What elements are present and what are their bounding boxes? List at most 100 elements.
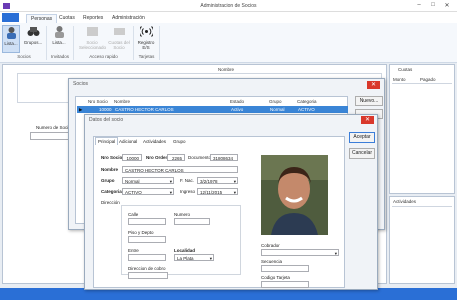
- ingreso-input[interactable]: 12/11/2015 ▾: [197, 188, 238, 195]
- calendar-dropdown-icon: ▾: [233, 179, 236, 184]
- datos-close-button[interactable]: ✕: [361, 116, 374, 124]
- col-nombre: Nombre: [114, 99, 131, 104]
- aceptar-button[interactable]: Aceptar: [349, 132, 375, 143]
- member-photo: [261, 155, 328, 235]
- col-pagado: Pagado: [420, 77, 436, 82]
- grupos-button[interactable]: Grupos...: [22, 25, 44, 53]
- title-bar: Administracion de Socios – □ ✕: [0, 0, 457, 12]
- invitados-icon: [53, 25, 66, 38]
- calle-input[interactable]: [128, 218, 166, 225]
- nombre-column-header: Nombre: [218, 67, 235, 72]
- calendar-dropdown-icon: ▾: [233, 190, 236, 195]
- ribbon: Lista... Grupos... Lista... Socio Selecc…: [0, 23, 457, 63]
- categoria-select[interactable]: ACTIVO ▾: [122, 188, 174, 195]
- nro-orden-input[interactable]: 2265: [167, 154, 185, 161]
- binoculars-icon: [27, 25, 40, 38]
- tarjeta-input[interactable]: [261, 281, 309, 288]
- datos-window-title: Datos del socio: [89, 117, 124, 123]
- socios-window-title: Socios: [73, 81, 89, 87]
- cobrador-select[interactable]: ▾: [261, 249, 339, 256]
- grupo-label: Grupo: [101, 178, 115, 183]
- actividades-title: Actividades: [393, 199, 417, 204]
- lista-invitados-button[interactable]: Lista...: [49, 25, 69, 53]
- cobro-input[interactable]: [128, 272, 168, 279]
- tab-actividades[interactable]: Actividades: [141, 138, 168, 145]
- tab-personas[interactable]: Personas: [26, 14, 58, 23]
- socio-seleccionado-button[interactable]: Socio Seleccionado: [79, 25, 106, 53]
- ribbon-tabs: Personas Cuotas Reportes Administración: [0, 12, 457, 23]
- numero-input[interactable]: [174, 218, 210, 225]
- cuotas-divider: [392, 83, 452, 84]
- piso-label: Piso y Depto: [128, 230, 154, 235]
- calle-label: Calle: [128, 212, 139, 217]
- localidad-select[interactable]: La Plata ▾: [174, 254, 214, 261]
- grupo-select[interactable]: Normal ▾: [122, 177, 174, 184]
- lista-socios-button[interactable]: Lista...: [2, 25, 20, 53]
- numero-label: Numero: [174, 212, 191, 217]
- nro-socio-label: Nro Socio: [101, 155, 123, 160]
- chevron-down-icon: ▾: [169, 190, 172, 195]
- col-monto: Monto: [393, 77, 406, 82]
- piso-input[interactable]: [128, 236, 166, 243]
- users-icon: [5, 26, 18, 39]
- tab-principal[interactable]: Principal: [95, 137, 119, 145]
- secuencia-input[interactable]: [261, 265, 309, 272]
- chevron-down-icon: ▾: [209, 256, 212, 261]
- registro-es-button[interactable]: Registro E/S: [136, 25, 156, 53]
- tab-administracion[interactable]: Administración: [108, 14, 149, 22]
- actividades-divider: [392, 206, 452, 207]
- group-label-acceso-rapido: Acceso rapido: [89, 54, 118, 59]
- maximize-icon[interactable]: □: [428, 2, 438, 8]
- chevron-down-icon: ▾: [334, 251, 337, 256]
- cuotas-title: Cuotas: [398, 67, 413, 72]
- datos-tab-content: Nro Socio 10000 Nro Orden 2265 Documento…: [93, 136, 345, 288]
- documento-input[interactable]: 31808634: [210, 154, 238, 161]
- cobrador-label: Cobrador: [261, 243, 280, 248]
- file-menu-button[interactable]: [2, 13, 19, 22]
- chevron-down-icon: ▾: [169, 179, 172, 184]
- group-label-tarjetas: Tarjetas: [138, 54, 155, 59]
- group-label-socios: Socios: [17, 54, 31, 59]
- nro-socio-input[interactable]: 10000: [122, 154, 142, 161]
- socios-close-button[interactable]: ✕: [367, 81, 380, 89]
- f-nac-input[interactable]: 3/2/1978 ▾: [197, 177, 238, 184]
- window-title: Administracion de Socios: [200, 3, 257, 9]
- direccion-label: Dirección: [101, 200, 120, 205]
- tab-adicional[interactable]: Adicional: [117, 138, 139, 145]
- cobro-label: Direccion de cobro: [128, 266, 166, 271]
- col-nro-socio: Nro Socio: [88, 99, 108, 104]
- col-categoria: Categoria: [297, 99, 317, 104]
- secuencia-label: Secuencia: [261, 259, 283, 264]
- nro-orden-label: Nro Orden: [146, 155, 169, 160]
- f-nac-label: F. Nac.: [180, 178, 195, 183]
- nuevo-button[interactable]: Nuevo...: [355, 96, 383, 106]
- actividades-panel: Actividades: [389, 196, 455, 284]
- documento-label: Documento: [188, 155, 212, 160]
- tab-reportes[interactable]: Reportes: [79, 14, 107, 22]
- minimize-icon[interactable]: –: [414, 2, 424, 8]
- categoria-label: Categoria: [101, 189, 122, 194]
- cuotas-panel: Cuotas Monto Pagado: [389, 64, 455, 194]
- entre-label: Entre: [128, 248, 139, 253]
- group-label-invitados: Invitados: [50, 54, 69, 59]
- cancelar-button[interactable]: Cancelar: [349, 148, 375, 159]
- ribbon-separator: [159, 26, 160, 60]
- tab-cuotas[interactable]: Cuotas: [55, 14, 79, 22]
- tab-grupo[interactable]: Grupo: [171, 138, 188, 145]
- nombre-input[interactable]: CASTRO HECTOR CARLOS: [122, 166, 238, 173]
- numero-socio-label: Numero de Socio: [36, 125, 71, 130]
- col-grupo: Grupo: [269, 99, 282, 104]
- close-icon[interactable]: ✕: [442, 2, 452, 9]
- rfid-icon: [138, 25, 154, 38]
- col-estado: Estado: [230, 99, 245, 104]
- entre-input[interactable]: [128, 254, 166, 261]
- cuotas-socio-button[interactable]: Cuotas del Socio: [107, 25, 131, 53]
- ingreso-label: Ingreso: [180, 189, 196, 194]
- table-row[interactable]: ▶ 10000 CASTRO HECTOR CARLOS Activo Norm…: [77, 106, 348, 113]
- datos-socio-window: Datos del socio ✕ Nro Socio 10000 Nro Or…: [84, 114, 378, 290]
- localidad-label: Localidad: [174, 248, 196, 253]
- money-icon: [113, 25, 126, 38]
- datos-tabs: Principal Adicional Actividades Grupo: [93, 136, 203, 146]
- tarjeta-label: Codigo Tarjeta: [261, 275, 290, 280]
- nombre-label: Nombre: [101, 167, 119, 172]
